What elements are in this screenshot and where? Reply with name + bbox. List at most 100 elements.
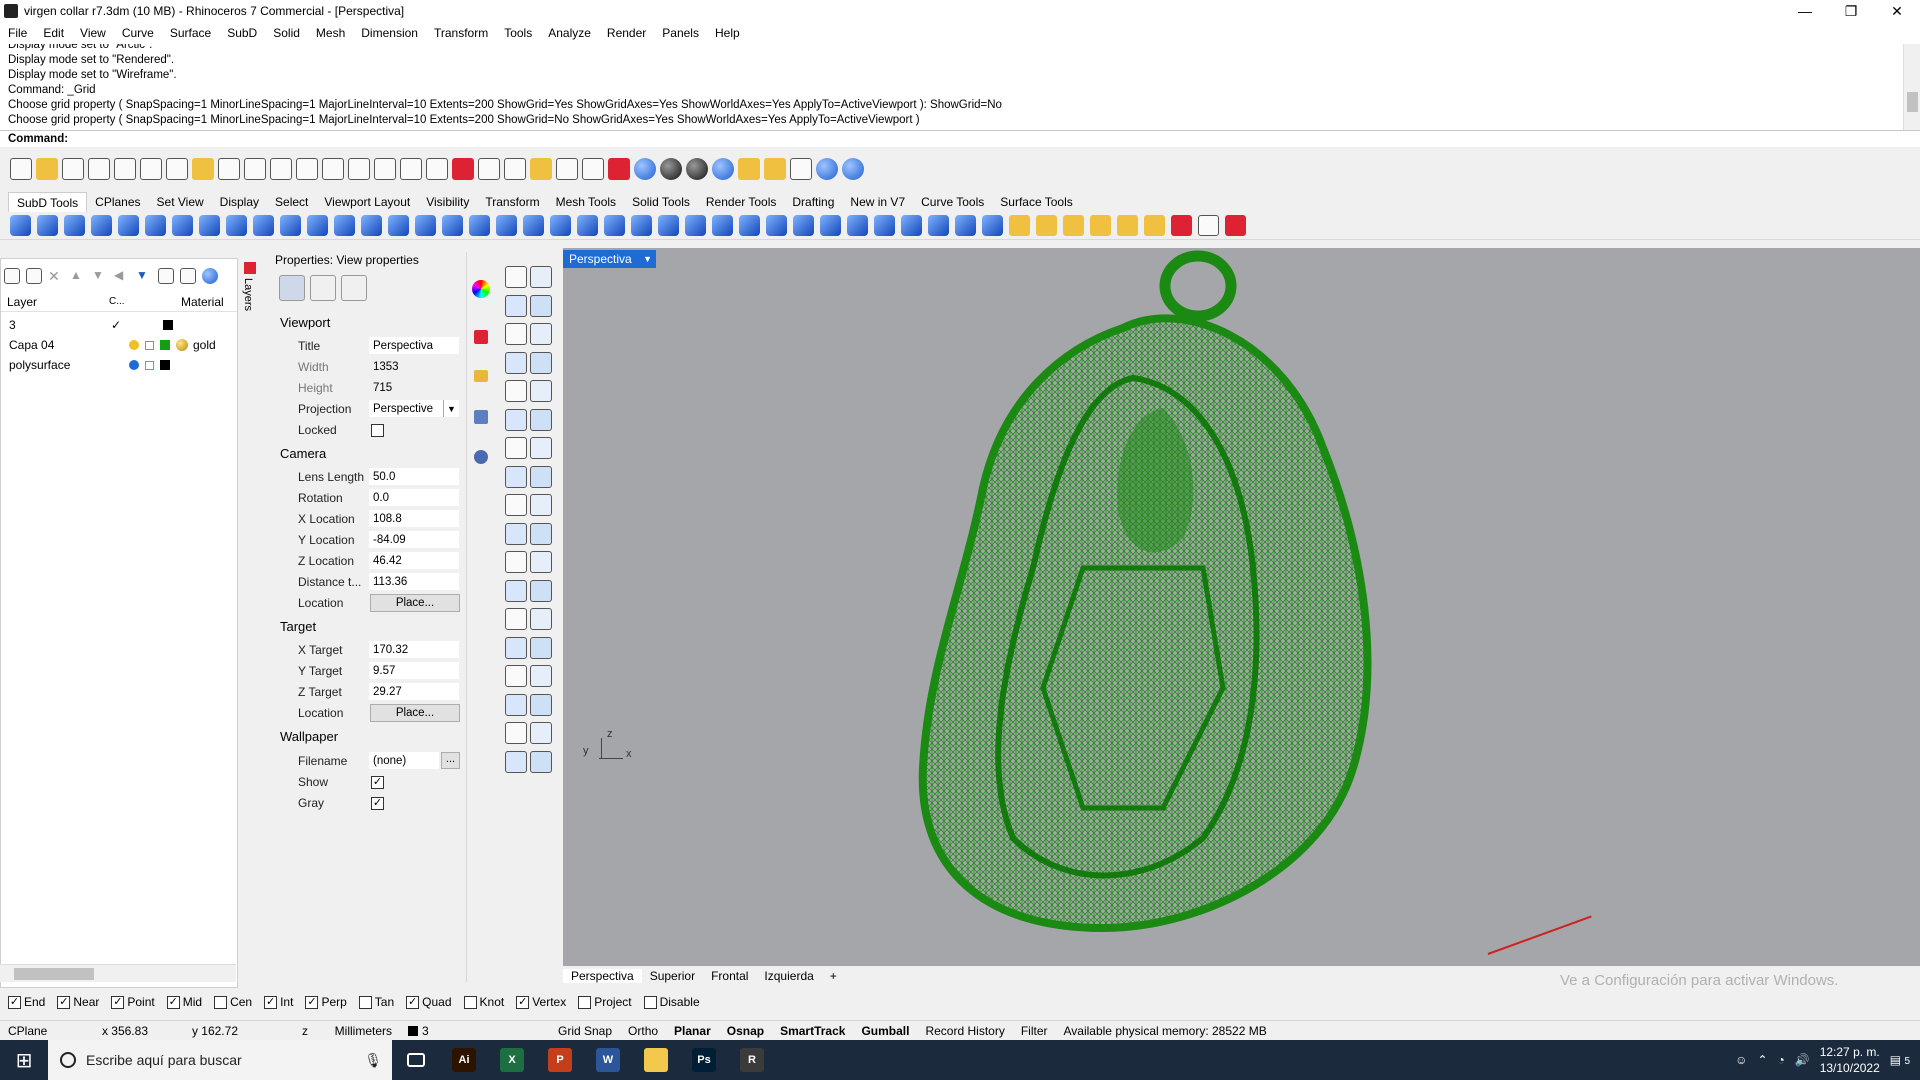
osnap-near[interactable]: ✓ Near (57, 995, 99, 1009)
x-location-field[interactable]: 108.8 (368, 509, 460, 528)
circle-icon[interactable] (505, 323, 527, 345)
add-viewport-tab[interactable]: + (822, 969, 845, 983)
subd-box-icon[interactable] (10, 215, 31, 236)
column-layer[interactable]: Layer (1, 295, 109, 309)
light-icon[interactable] (556, 158, 578, 180)
options-gear-icon[interactable] (764, 158, 786, 180)
subd-quadremesh-icon[interactable] (901, 215, 922, 236)
camera-place-button[interactable]: Place... (370, 594, 460, 612)
planar-toggle[interactable]: Planar (666, 1024, 719, 1038)
current-layer[interactable]: 3 (400, 1024, 550, 1038)
gumball-ops-icon[interactable] (530, 722, 552, 744)
distance-field[interactable]: 113.36 (368, 572, 460, 591)
box-icon[interactable] (505, 437, 527, 459)
explode-icon[interactable] (530, 494, 552, 516)
taskbar-app-excel[interactable]: X (488, 1040, 536, 1080)
osnap-checkbox[interactable]: ✓ (264, 995, 278, 1009)
pan-hand-icon[interactable] (244, 158, 266, 180)
browse-button[interactable]: ... (441, 752, 460, 769)
lock-icon[interactable] (582, 158, 604, 180)
subd-match-icon[interactable] (1009, 215, 1030, 236)
move-down-icon[interactable]: ▼ (92, 268, 108, 284)
osnap-checkbox[interactable] (578, 995, 592, 1009)
taskbar-app-illustrator[interactable]: Ai (440, 1040, 488, 1080)
osnap-tan[interactable]: Tan (358, 995, 394, 1009)
x-target-field[interactable]: 170.32 (368, 640, 460, 659)
dimension-icon[interactable] (530, 608, 552, 630)
block-icon[interactable] (505, 665, 527, 687)
zoom-window-icon[interactable] (322, 158, 344, 180)
column-current[interactable]: C... (109, 296, 181, 307)
tab-select[interactable]: Select (267, 192, 316, 212)
volume-icon[interactable]: 🔊 (1795, 1053, 1810, 1067)
move-left-icon[interactable]: ◀ (114, 268, 130, 284)
render-icon[interactable] (712, 158, 734, 180)
rotate-icon[interactable] (530, 408, 552, 431)
subd-analyze-icon[interactable] (1117, 215, 1138, 236)
blend-icon[interactable] (530, 551, 552, 573)
move-icon[interactable] (505, 408, 527, 431)
analyze-icon[interactable] (505, 750, 527, 773)
subd-cylinder-icon[interactable] (37, 215, 58, 236)
zoom-selected-icon[interactable] (374, 158, 396, 180)
subd-display-icon[interactable] (820, 215, 841, 236)
line-icon[interactable] (530, 294, 552, 317)
render-ops-icon[interactable] (530, 750, 552, 773)
filename-field[interactable]: (none) (368, 751, 440, 770)
osnap-checkbox[interactable]: ✓ (406, 995, 420, 1009)
layer-row[interactable]: 3 ✓ (1, 315, 237, 335)
cut-icon[interactable] (140, 158, 162, 180)
minimize-button[interactable]: — (1782, 0, 1828, 22)
layer-icon[interactable] (608, 158, 630, 180)
zoom-extents-icon[interactable] (348, 158, 370, 180)
help-icon[interactable] (202, 268, 218, 284)
menu-mesh[interactable]: Mesh (308, 26, 353, 40)
copy-icon[interactable] (166, 158, 188, 180)
target-place-button[interactable]: Place... (370, 704, 460, 722)
move-up-icon[interactable]: ▲ (70, 268, 86, 284)
light-icon[interactable] (474, 450, 488, 464)
dimension-icon[interactable] (790, 158, 812, 180)
subd-crease-icon[interactable] (577, 215, 598, 236)
filter-icon[interactable]: ▼ (136, 268, 152, 284)
perspective-viewport[interactable]: z y x (563, 248, 1920, 966)
chevron-down-icon[interactable]: ▼ (443, 400, 459, 417)
scale-icon[interactable] (530, 665, 552, 687)
osnap-int[interactable]: ✓ Int (264, 995, 293, 1009)
polygon-icon[interactable] (505, 380, 527, 402)
ortho-toggle[interactable]: Ortho (620, 1024, 666, 1038)
snap-icon[interactable] (530, 158, 552, 180)
gray-checkbox[interactable]: ✓ (371, 797, 384, 810)
lightbulb-icon[interactable] (129, 360, 139, 370)
pen-icon[interactable] (474, 330, 488, 344)
subd-loft-icon[interactable] (280, 215, 301, 236)
filter-icon[interactable] (738, 158, 760, 180)
subd-remove-crease-icon[interactable] (604, 215, 625, 236)
subd-stitch-icon[interactable] (712, 215, 733, 236)
text-icon[interactable] (505, 608, 527, 630)
tab-viewport-layout[interactable]: Viewport Layout (316, 192, 418, 212)
taskbar-search[interactable]: Escribe aquí para buscar 🎙 (48, 1040, 392, 1080)
menu-edit[interactable]: Edit (35, 26, 72, 40)
layers-hscrollbar[interactable] (0, 964, 236, 982)
subd-zebra-icon[interactable] (1144, 215, 1165, 236)
osnap-checkbox[interactable]: ✓ (305, 995, 319, 1009)
windows-start-icon[interactable]: ⊞ (0, 1040, 48, 1080)
layers-side-tab[interactable]: Layers (240, 258, 260, 988)
subd-rebuild-icon[interactable] (1063, 215, 1084, 236)
osnap-checkbox[interactable] (358, 995, 372, 1009)
clock[interactable]: 12:27 p. m. 13/10/2022 (1820, 1044, 1880, 1076)
subd-pipe-icon[interactable] (334, 215, 355, 236)
subd-unweld-icon[interactable] (550, 215, 571, 236)
new-sublayer-icon[interactable] (26, 268, 42, 284)
lightbulb-icon[interactable] (129, 340, 139, 350)
osnap-point[interactable]: ✓ Point (111, 995, 155, 1009)
print-icon[interactable] (88, 158, 110, 180)
subd-truncated-cone-icon[interactable] (91, 215, 112, 236)
taskbar-app-rhinoceros[interactable]: R (728, 1040, 776, 1080)
scroll-thumb[interactable] (14, 968, 94, 980)
osnap-checkbox[interactable] (214, 995, 228, 1009)
command-line[interactable]: Command: (0, 130, 1920, 147)
tab-izquierda[interactable]: Izquierda (756, 969, 821, 983)
subd-sphere-icon[interactable] (118, 215, 139, 236)
